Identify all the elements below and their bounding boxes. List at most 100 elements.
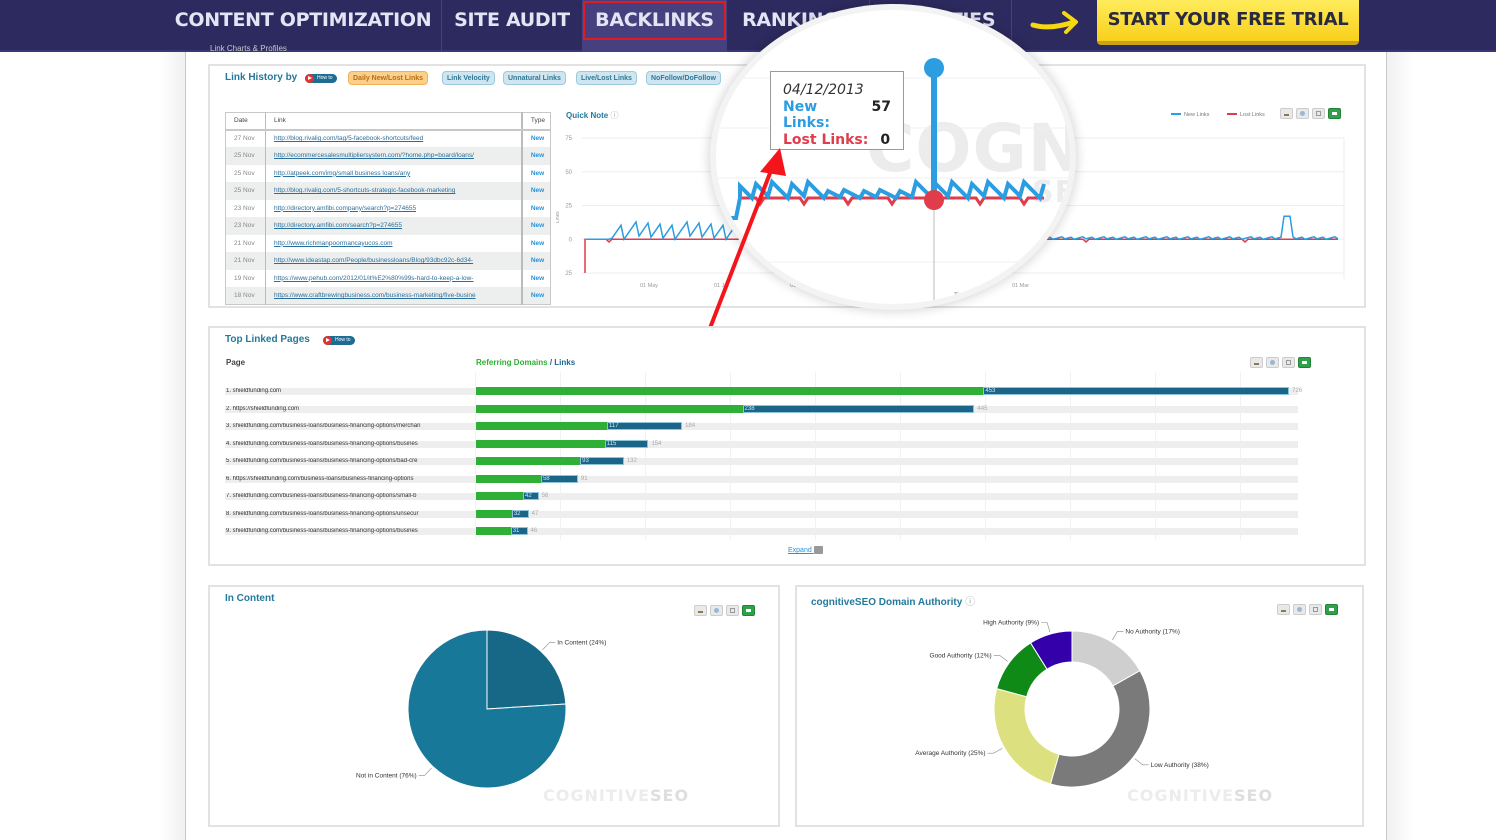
- referring-domains-bar[interactable]: [476, 422, 608, 430]
- table-row: 21 Nov http://www.ideastap.com/People/bus…: [225, 252, 551, 270]
- nav-site-audit[interactable]: SITE AUDIT: [442, 0, 582, 52]
- referring-domains-value: 32: [513, 510, 521, 517]
- tooltip-new-label: New Links:: [783, 99, 830, 131]
- link-url[interactable]: http://blog.rivalig.com/5-shortcuts-stra…: [265, 182, 523, 200]
- slice-label: Low Authority (38%): [1151, 762, 1209, 769]
- link-type-badge: New: [530, 204, 545, 212]
- link-url[interactable]: http://www.ideastap.com/People/businessl…: [265, 252, 523, 270]
- links-bar[interactable]: [983, 387, 1290, 395]
- link-type-badge: New: [521, 252, 551, 270]
- y-tick-label: 50: [565, 170, 572, 176]
- links-value: 91: [580, 475, 588, 482]
- link-type-badge: New: [530, 169, 545, 177]
- link-type-badge: New: [521, 147, 551, 165]
- page-label[interactable]: 9. shieldfunding.com/business-loans/busi…: [226, 528, 471, 534]
- link-url[interactable]: http://atpeek.com/img/small business loa…: [265, 164, 523, 182]
- referring-domains-bar[interactable]: [476, 492, 524, 500]
- link-url[interactable]: http://directory.amfibi.com/search?p=274…: [265, 217, 523, 235]
- links-value: 726: [1292, 388, 1303, 394]
- slice-label: No Authority (17%): [1125, 628, 1180, 635]
- print-button[interactable]: [1266, 357, 1279, 368]
- links-value: 154: [651, 440, 662, 447]
- link-date: 21 Nov: [225, 234, 266, 252]
- slice-connector: [418, 767, 432, 776]
- table-row: 25 Nov http://blog.rivalig.com/5-shortcut…: [225, 182, 551, 200]
- slice-connector: [1134, 758, 1149, 766]
- howto-label: How to: [317, 75, 333, 81]
- tab-link-velocity[interactable]: Link Velocity: [442, 71, 495, 85]
- slice-label: Not in Content (76%): [356, 772, 417, 779]
- page-label[interactable]: 8. shieldfunding.com/business-loans/busi…: [226, 511, 471, 517]
- nav-label: SITE AUDIT: [454, 9, 570, 31]
- expand-link[interactable]: Expand: [788, 546, 823, 554]
- series-header: Referring Domains / Links: [476, 358, 575, 367]
- referring-domains-value: 117: [609, 423, 619, 429]
- link-date: 19 Nov: [225, 269, 266, 287]
- link-url[interactable]: http://www.richmanpoormancayucos.com: [265, 234, 523, 252]
- tab-nofollow-dofollow[interactable]: NoFollow/DoFollow: [646, 71, 721, 85]
- column-header-link: Link: [265, 112, 523, 131]
- link-date: 23 Nov: [225, 217, 266, 235]
- page-label[interactable]: 1. shieldfunding.com: [226, 388, 471, 394]
- tab-daily-new-lost-links[interactable]: Daily New/Lost Links: [348, 71, 429, 85]
- link-url[interactable]: http://blog.rivalig.com/tag/5-facebook-s…: [265, 129, 523, 147]
- referring-domains-bar[interactable]: [476, 527, 511, 535]
- nav-content-optimization[interactable]: CONTENT OPTIMIZATION: [164, 0, 442, 52]
- link-url[interactable]: http://ecommercesalesmultipliersystem.co…: [265, 147, 523, 165]
- slice-connector: [1112, 630, 1124, 641]
- tab-unnatural-links[interactable]: Unnatural Links: [503, 71, 566, 85]
- links-bar[interactable]: [742, 404, 975, 413]
- table-row: 25 Nov http://ecommercesalesmultipliersys…: [225, 147, 551, 165]
- links-value: 56: [541, 493, 549, 499]
- magnified-chart: 01 Sep 01 Mar Time: [716, 58, 1070, 304]
- grid-icon: [1286, 360, 1291, 365]
- export-excel-button[interactable]: [1298, 357, 1311, 368]
- referring-domains-bar[interactable]: [476, 387, 984, 395]
- link-date: 18 Nov: [225, 287, 266, 305]
- legend-label: New Links: [1184, 112, 1210, 118]
- play-icon: [305, 74, 314, 83]
- referring-domains-bar[interactable]: [476, 474, 541, 483]
- lost-links-series: [740, 196, 1044, 207]
- top-linked-howto-button[interactable]: How to: [323, 336, 355, 345]
- x-tick-label: 01 Sep: [776, 284, 796, 290]
- new-links-series: [716, 178, 1046, 220]
- table-view-button[interactable]: [1282, 357, 1295, 368]
- watermark-text: COGNITIVESEO: [543, 786, 689, 805]
- page-label[interactable]: 2. https://shieldfunding.com: [226, 406, 471, 412]
- referring-domains-bar[interactable]: [476, 457, 581, 465]
- tooltip-lost-links: Lost Links: 0: [783, 132, 891, 148]
- expand-icon: [813, 546, 823, 554]
- start-free-trial-button[interactable]: START YOUR FREE TRIAL: [1097, 0, 1359, 45]
- x-axis-label: Time: [954, 293, 968, 299]
- referring-domains-bar[interactable]: [476, 439, 605, 448]
- section-breadcrumb: Link Charts & Profiles: [210, 44, 287, 53]
- link-date: 27 Nov: [225, 129, 266, 147]
- referring-domains-bar[interactable]: [476, 404, 743, 413]
- download-button[interactable]: [1250, 357, 1263, 368]
- x-tick-label: 01 May: [640, 283, 658, 289]
- link-url[interactable]: http://directory.amfibi.company/search?p…: [265, 199, 523, 217]
- nav-label: CONTENT OPTIMIZATION: [174, 9, 432, 31]
- link-history-howto-button[interactable]: How to: [305, 74, 337, 83]
- page-label[interactable]: 5. shieldfunding.com/business-loans/busi…: [226, 458, 471, 464]
- column-header-date: Date: [225, 112, 266, 131]
- highlight-new-point: [924, 58, 944, 78]
- nav-label: BACKLINKS: [595, 9, 714, 31]
- table-row: 18 Nov https://www.craftbrewingbusiness.c…: [225, 287, 551, 305]
- tooltip-date: 04/12/2013: [783, 82, 864, 98]
- page-label[interactable]: 3. shieldfunding.com/business-loans/busi…: [226, 423, 471, 429]
- page-label[interactable]: 6. https://shieldfunding.com/business-lo…: [226, 476, 471, 482]
- referring-domains-value: 58: [542, 475, 550, 482]
- page-label[interactable]: 4. shieldfunding.com/business-loans/busi…: [226, 441, 471, 447]
- link-date: 23 Nov: [225, 199, 266, 217]
- tab-live-lost-links[interactable]: Live/Lost Links: [576, 71, 637, 85]
- link-url[interactable]: https://www.craftbrewingbusiness.com/bus…: [265, 287, 523, 305]
- print-icon: [1270, 360, 1275, 365]
- watermark-part: SEO: [1234, 786, 1274, 805]
- link-url[interactable]: https://www.pehub.com/2012/01/it%E2%80%9…: [265, 269, 523, 287]
- nav-backlinks[interactable]: BACKLINKS: [582, 0, 727, 52]
- referring-domains-bar[interactable]: [476, 509, 512, 518]
- page-label[interactable]: 7. shieldfunding.com/business-loans/busi…: [226, 493, 471, 499]
- link-history-title: Link History by: [225, 72, 298, 83]
